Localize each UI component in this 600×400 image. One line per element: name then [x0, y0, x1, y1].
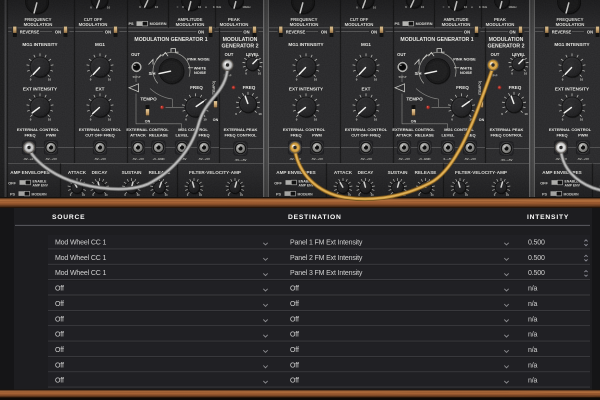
svg-text:n/a: n/a — [528, 362, 538, 369]
svg-text:Off: Off — [55, 286, 64, 293]
svg-text:Off: Off — [55, 332, 64, 339]
svg-text:0.500: 0.500 — [528, 270, 545, 277]
svg-text:Off: Off — [55, 378, 64, 385]
svg-text:DESTINATION: DESTINATION — [288, 214, 342, 221]
svg-text:n/a: n/a — [528, 301, 538, 308]
svg-text:Off: Off — [290, 362, 299, 369]
svg-text:Off: Off — [55, 316, 64, 323]
svg-text:SOURCE: SOURCE — [52, 214, 85, 221]
svg-text:Off: Off — [290, 332, 299, 339]
svg-text:Off: Off — [290, 316, 299, 323]
svg-text:Mod Wheel CC 1: Mod Wheel CC 1 — [55, 270, 106, 277]
svg-text:INTENSITY: INTENSITY — [527, 214, 569, 221]
svg-text:Off: Off — [290, 347, 299, 354]
svg-text:Mod Wheel CC 1: Mod Wheel CC 1 — [55, 240, 106, 247]
svg-text:Off: Off — [55, 301, 64, 308]
svg-text:Off: Off — [290, 286, 299, 293]
svg-text:0.500: 0.500 — [528, 240, 545, 247]
svg-text:Panel 3 FM Ext Intensity: Panel 3 FM Ext Intensity — [290, 270, 363, 277]
svg-text:n/a: n/a — [528, 332, 538, 339]
svg-text:Off: Off — [290, 301, 299, 308]
svg-text:n/a: n/a — [528, 286, 538, 293]
svg-text:n/a: n/a — [528, 347, 538, 354]
svg-text:Panel 2 FM Ext Intensity: Panel 2 FM Ext Intensity — [290, 255, 363, 262]
svg-text:Mod Wheel CC 1: Mod Wheel CC 1 — [55, 255, 106, 262]
svg-text:Panel 1 FM Ext Intensity: Panel 1 FM Ext Intensity — [290, 240, 363, 247]
svg-text:Off: Off — [290, 378, 299, 385]
svg-text:n/a: n/a — [528, 316, 538, 323]
svg-text:Off: Off — [55, 362, 64, 369]
svg-text:n/a: n/a — [528, 378, 538, 385]
svg-text:Off: Off — [55, 347, 64, 354]
svg-text:0.500: 0.500 — [528, 255, 545, 262]
